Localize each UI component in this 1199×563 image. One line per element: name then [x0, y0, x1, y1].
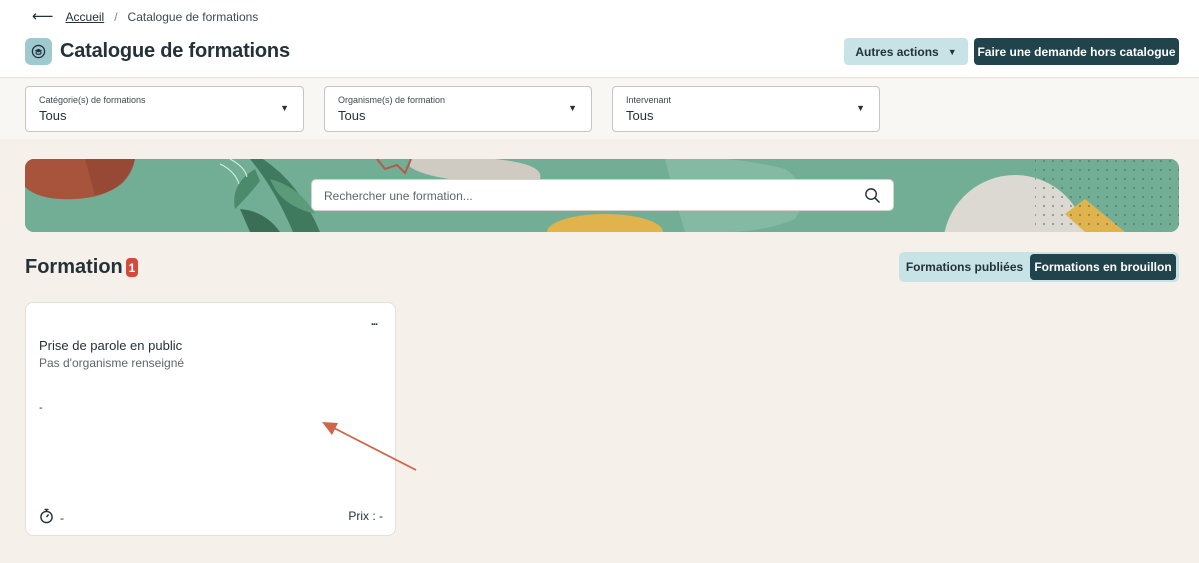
search-box: [311, 179, 894, 211]
tab-published[interactable]: Formations publiées: [899, 252, 1030, 282]
page-title: Catalogue de formations: [60, 40, 290, 62]
card-title: Prise de parole en public: [39, 338, 183, 353]
organism-filter-value: Tous: [338, 108, 366, 123]
caret-down-icon: ▼: [280, 103, 289, 113]
caret-down-icon: ▼: [568, 103, 577, 113]
search-icon[interactable]: [864, 187, 881, 209]
title-area: Catalogue de formations: [25, 38, 290, 65]
breadcrumb: ⟵ Accueil / Catalogue de formations: [32, 9, 258, 25]
organism-filter-label: Organisme(s) de formation: [338, 95, 446, 105]
speaker-filter-select[interactable]: Intervenant Tous ▼: [612, 86, 880, 132]
caret-down-icon: ▼: [856, 103, 865, 113]
section-title: Formation: [25, 256, 123, 278]
more-actions-button[interactable]: Autres actions ▼: [844, 38, 968, 65]
graduation-cap-icon: [25, 38, 52, 65]
card-description: -: [39, 402, 43, 414]
view-toggle: Formations publiées Formations en brouil…: [899, 252, 1179, 282]
back-arrow-icon[interactable]: ⟵: [32, 9, 54, 25]
caret-down-icon: ▼: [947, 46, 957, 57]
category-filter-select[interactable]: Catégorie(s) de formations Tous ▼: [25, 86, 304, 132]
breadcrumb-current: Catalogue de formations: [127, 10, 259, 24]
organism-filter-select[interactable]: Organisme(s) de formation Tous ▼: [324, 86, 592, 132]
category-filter-label: Catégorie(s) de formations: [39, 95, 146, 105]
card-duration: -: [39, 508, 64, 527]
card-duration-value: -: [60, 510, 64, 525]
breadcrumb-home-link[interactable]: Accueil: [66, 10, 105, 24]
filters-bar: Catégorie(s) de formations Tous ▼ Organi…: [0, 79, 1199, 139]
card-price: Prix : -: [348, 509, 383, 523]
speaker-filter-value: Tous: [626, 108, 654, 123]
stopwatch-icon: [39, 508, 54, 527]
page-header: ⟵ Accueil / Catalogue de formations Cata…: [0, 0, 1199, 78]
annotation-arrow-icon: [322, 422, 417, 471]
more-actions-label: Autres actions: [855, 44, 939, 59]
card-menu-icon[interactable]: ...: [371, 316, 378, 328]
search-input[interactable]: [324, 187, 844, 205]
category-filter-value: Tous: [39, 108, 67, 123]
tab-draft[interactable]: Formations en brouillon: [1030, 254, 1176, 280]
card-organism: Pas d'organisme renseigné: [39, 356, 185, 370]
speaker-filter-label: Intervenant: [626, 95, 672, 105]
count-badge: 1: [126, 258, 138, 277]
request-off-catalog-button[interactable]: Faire une demande hors catalogue: [974, 38, 1179, 65]
breadcrumb-separator: /: [114, 10, 118, 24]
